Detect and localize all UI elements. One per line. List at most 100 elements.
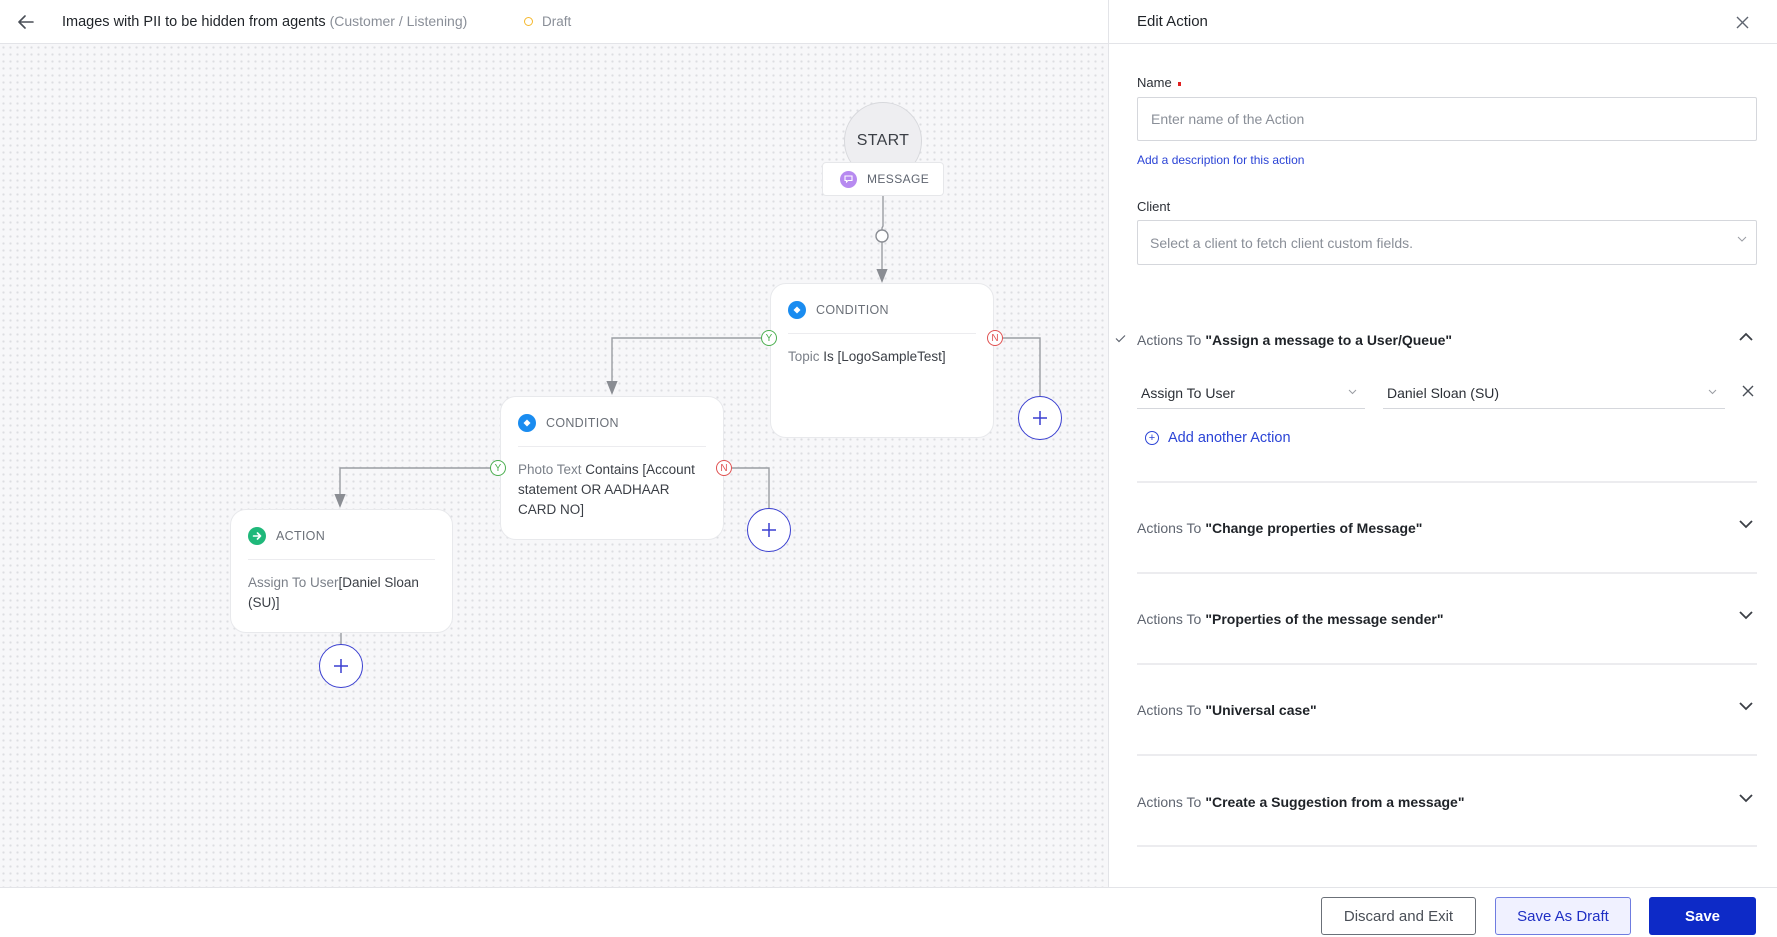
flow-canvas[interactable]: START MESSAGE CONDITION Topic Is [LogoSa… bbox=[0, 44, 1108, 887]
condition-node-topic[interactable]: CONDITION Topic Is [LogoSampleTest] bbox=[770, 283, 994, 438]
yes-branch-badge: Y bbox=[490, 460, 506, 476]
status-text: Draft bbox=[542, 14, 572, 29]
message-icon bbox=[840, 170, 857, 188]
condition-field: Topic bbox=[788, 349, 820, 364]
user-value: Daniel Sloan (SU) bbox=[1387, 384, 1500, 401]
client-label: Client bbox=[1137, 199, 1171, 214]
discard-and-exit-button[interactable]: Discard and Exit bbox=[1321, 897, 1476, 935]
top-bar: Images with PII to be hidden from agents… bbox=[0, 0, 1108, 44]
condition-text: Topic Is [LogoSampleTest] bbox=[788, 347, 981, 367]
action-type-value: Assign To User bbox=[1141, 384, 1235, 401]
connector-message-condition1 bbox=[876, 196, 888, 283]
check-icon bbox=[1115, 335, 1126, 343]
close-icon bbox=[1742, 385, 1754, 397]
divider bbox=[248, 559, 435, 560]
footer-bar: Discard and Exit Save As Draft Save bbox=[0, 887, 1777, 937]
section-sender-properties[interactable]: Actions To "Properties of the message sen… bbox=[1137, 607, 1757, 631]
page-title: Images with PII to be hidden from agents… bbox=[62, 13, 467, 30]
back-button[interactable] bbox=[15, 11, 37, 33]
chevron-down-icon[interactable] bbox=[1739, 611, 1753, 620]
user-select[interactable]: Daniel Sloan (SU) bbox=[1383, 377, 1725, 409]
add-description-link[interactable]: Add a description for this action bbox=[1137, 153, 1304, 167]
add-another-action-label: Add another Action bbox=[1168, 430, 1291, 446]
add-node-button[interactable] bbox=[319, 644, 363, 688]
close-panel-button[interactable] bbox=[1731, 11, 1753, 33]
condition-value: Is [LogoSampleTest] bbox=[819, 349, 946, 364]
name-label-text: Name bbox=[1137, 75, 1172, 90]
edit-action-panel: Edit Action Name Add a description for t… bbox=[1109, 0, 1777, 887]
action-header: ACTION bbox=[248, 527, 325, 545]
arrow-left-icon bbox=[18, 15, 34, 29]
save-button[interactable]: Save bbox=[1649, 897, 1756, 935]
condition-header: CONDITION bbox=[788, 301, 889, 319]
section-title: "Universal case" bbox=[1205, 702, 1317, 718]
section-prefix: Actions To bbox=[1137, 611, 1202, 627]
section-divider bbox=[1137, 572, 1757, 574]
status-badge: Draft bbox=[524, 14, 571, 29]
section-title: "Change properties of Message" bbox=[1205, 520, 1423, 536]
condition-text: Photo Text Contains [Account statement O… bbox=[518, 460, 711, 520]
start-label: START bbox=[856, 132, 910, 149]
panel-title: Edit Action bbox=[1137, 13, 1208, 30]
add-node-button[interactable] bbox=[747, 508, 791, 552]
section-universal-case[interactable]: Actions To "Universal case" bbox=[1137, 698, 1757, 722]
section-title: "Create a Suggestion from a message" bbox=[1205, 794, 1465, 810]
action-name-input[interactable] bbox=[1137, 97, 1757, 141]
chevron-down-icon bbox=[1737, 236, 1747, 242]
section-title: "Assign a message to a User/Queue" bbox=[1205, 332, 1453, 348]
condition-field: Photo Text bbox=[518, 462, 582, 477]
remove-action-button[interactable] bbox=[1739, 382, 1757, 400]
required-indicator-icon bbox=[1177, 81, 1181, 86]
save-as-draft-button[interactable]: Save As Draft bbox=[1495, 897, 1631, 935]
no-branch-badge: N bbox=[716, 460, 732, 476]
action-type-select[interactable]: Assign To User bbox=[1137, 377, 1365, 409]
chevron-down-icon bbox=[1348, 389, 1357, 395]
condition-node-photo-text[interactable]: CONDITION Photo Text Contains [Account s… bbox=[500, 396, 724, 540]
chevron-down-icon[interactable] bbox=[1739, 794, 1753, 803]
divider bbox=[788, 333, 976, 334]
section-assign-message[interactable]: Actions To "Assign a message to a User/Qu… bbox=[1137, 328, 1757, 352]
condition-icon bbox=[518, 414, 536, 432]
rule-scope: (Customer / Listening) bbox=[329, 13, 468, 29]
condition-header: CONDITION bbox=[518, 414, 619, 432]
connector-handle bbox=[875, 229, 889, 243]
section-change-properties[interactable]: Actions To "Change properties of Message" bbox=[1137, 516, 1757, 540]
yes-label: Y bbox=[765, 332, 773, 344]
message-trigger-node[interactable]: MESSAGE bbox=[822, 162, 944, 196]
connector-c2-no bbox=[732, 467, 770, 508]
connector-c2-yes bbox=[334, 467, 498, 508]
action-text: Assign To User[Daniel Sloan (SU)] bbox=[248, 573, 440, 613]
condition-type-label: CONDITION bbox=[546, 416, 619, 430]
section-title: "Properties of the message sender" bbox=[1205, 611, 1444, 627]
connector-c1-no bbox=[1003, 337, 1041, 396]
chevron-up-icon[interactable] bbox=[1739, 332, 1753, 341]
panel-header: Edit Action bbox=[1109, 0, 1777, 44]
message-label: MESSAGE bbox=[867, 172, 930, 186]
chevron-down-icon[interactable] bbox=[1739, 520, 1753, 529]
status-dot-icon bbox=[524, 17, 533, 26]
chevron-down-icon[interactable] bbox=[1739, 702, 1753, 711]
section-prefix: Actions To bbox=[1137, 332, 1202, 348]
action-node-assign-user[interactable]: ACTION Assign To User[Daniel Sloan (SU)] bbox=[230, 509, 453, 633]
section-create-suggestion[interactable]: Actions To "Create a Suggestion from a me… bbox=[1137, 790, 1757, 814]
client-placeholder: Select a client to fetch client custom f… bbox=[1150, 234, 1414, 251]
close-icon bbox=[1736, 16, 1748, 28]
client-select[interactable]: Select a client to fetch client custom f… bbox=[1137, 220, 1757, 265]
arrow-right-circle-icon bbox=[248, 527, 266, 545]
yes-label: Y bbox=[494, 462, 502, 474]
section-prefix: Actions To bbox=[1137, 794, 1202, 810]
section-divider bbox=[1137, 663, 1757, 665]
rule-name: Images with PII to be hidden from agents bbox=[62, 14, 326, 30]
action-name: Assign To User bbox=[248, 575, 339, 590]
plus-circle-icon: + bbox=[1145, 431, 1159, 445]
action-type-label: ACTION bbox=[276, 529, 326, 543]
plus-icon bbox=[334, 659, 348, 673]
add-another-action-button[interactable]: + Add another Action bbox=[1145, 430, 1291, 446]
section-divider bbox=[1137, 754, 1757, 756]
add-node-button[interactable] bbox=[1018, 396, 1062, 440]
section-divider bbox=[1137, 845, 1757, 847]
section-prefix: Actions To bbox=[1137, 702, 1202, 718]
chevron-down-icon bbox=[1708, 389, 1717, 395]
plus-icon bbox=[762, 523, 776, 537]
section-prefix: Actions To bbox=[1137, 520, 1202, 536]
